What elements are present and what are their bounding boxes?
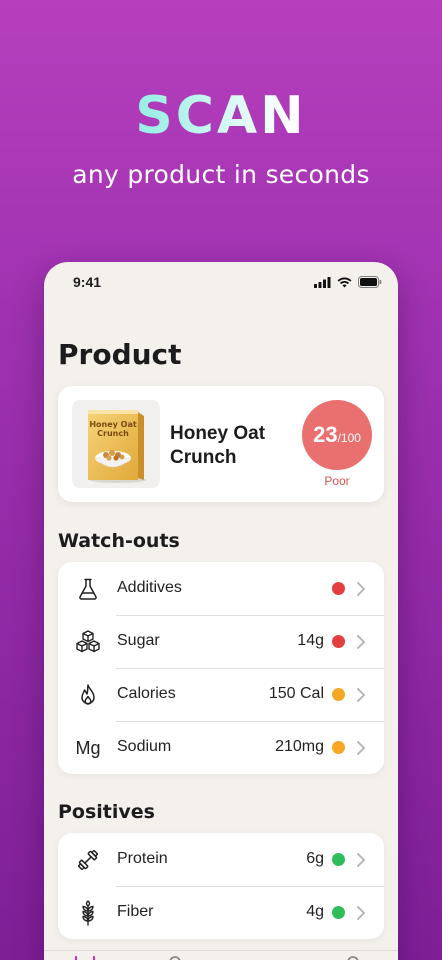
chevron-right-icon (357, 853, 365, 867)
watchouts-title: Watch-outs (58, 530, 180, 552)
scan-tab-icon[interactable] (74, 955, 96, 960)
positives-list: Protein 6g Fiber 4g (58, 833, 384, 939)
wheat-icon (74, 899, 102, 927)
status-dot-green (332, 906, 345, 919)
bottom-nav (44, 950, 398, 960)
status-dot-red (332, 582, 345, 595)
row-value: 6g (306, 850, 324, 867)
dumbbell-icon (74, 846, 102, 874)
positive-row-fiber[interactable]: Fiber 4g (58, 886, 384, 939)
row-value: 150 Cal (268, 685, 324, 702)
row-label: Calories (117, 685, 176, 702)
page-title: Product (58, 338, 182, 371)
product-name-line-1: Honey Oat (170, 423, 266, 444)
row-label: Fiber (117, 903, 154, 920)
product-card[interactable]: Honey Oat Crunch Honey Oat Crunch 23/100… (58, 386, 384, 502)
hero-title: SCAN (0, 86, 442, 146)
score-label: Poor (324, 474, 350, 488)
status-time: 9:41 (73, 274, 102, 290)
status-dot-orange (332, 741, 345, 754)
sodium-icon: Mg (75, 737, 101, 758)
flask-icon (74, 575, 102, 603)
sugar-cubes-icon (74, 628, 102, 656)
chevron-right-icon (357, 741, 365, 755)
score-max: /100 (337, 431, 361, 445)
score-value: 23 (313, 422, 338, 447)
wifi-icon (337, 277, 352, 287)
product-name: Honey Oat Crunch (170, 422, 298, 470)
status-icons (314, 276, 382, 288)
row-label: Sugar (117, 632, 160, 649)
search-tab-icon[interactable] (168, 955, 182, 960)
signal-icon (314, 276, 331, 288)
row-label: Protein (117, 850, 168, 867)
chevron-right-icon (357, 635, 365, 649)
row-label: Additives (117, 579, 182, 596)
hero-subtitle: any product in seconds (72, 160, 370, 189)
row-value: 210mg (275, 738, 324, 755)
positives-title: Positives (58, 801, 155, 823)
watchout-row-additives[interactable]: Additives (58, 562, 384, 615)
product-name-line-2: Crunch (170, 447, 237, 468)
status-dot-green (332, 853, 345, 866)
status-dot-red (332, 635, 345, 648)
row-value: 14g (297, 632, 324, 649)
phone-screen: 9:41 Product Honey Oat Crunch Honey Oat … (44, 262, 398, 960)
watchout-row-calories[interactable]: Calories 150 Cal (58, 668, 384, 721)
product-image: Honey Oat Crunch (72, 400, 160, 488)
chevron-right-icon (357, 582, 365, 596)
box-text-1: Honey Oat (89, 420, 137, 429)
status-dot-orange (332, 688, 345, 701)
cereal-box-image: Honey Oat Crunch (88, 410, 146, 483)
chevron-right-icon (357, 688, 365, 702)
row-value: 4g (306, 903, 324, 920)
watchouts-list: Additives Sugar 14g Calories 150 Cal Mg … (58, 562, 384, 774)
battery-icon (358, 276, 382, 288)
watchout-row-sugar[interactable]: Sugar 14g (58, 615, 384, 668)
positive-row-protein[interactable]: Protein 6g (58, 833, 384, 886)
score-badge: 23/100 (302, 400, 372, 470)
flame-icon (74, 681, 102, 709)
status-bar: 9:41 (44, 274, 398, 294)
profile-tab-icon[interactable] (346, 955, 360, 960)
box-text-2: Crunch (97, 429, 129, 438)
watchout-row-sodium[interactable]: Mg Sodium 210mg (58, 721, 384, 774)
row-label: Sodium (117, 738, 172, 755)
chevron-right-icon (357, 906, 365, 920)
